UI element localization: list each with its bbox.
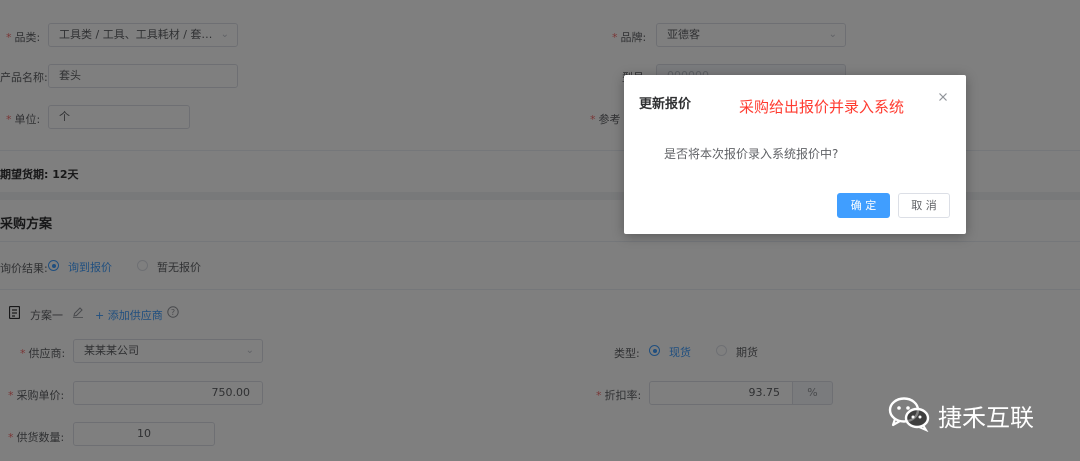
close-icon[interactable] (937, 91, 949, 103)
update-quote-dialog: 更新报价 采购给出报价并录入系统 是否将本次报价录入系统报价中? 确 定 取 消 (624, 75, 966, 234)
annotation-text: 采购给出报价并录入系统 (739, 98, 905, 116)
cancel-button[interactable]: 取 消 (898, 193, 950, 218)
watermark-text: 捷禾互联 (938, 404, 1034, 432)
wechat-icon (888, 397, 930, 432)
confirm-button[interactable]: 确 定 (837, 193, 890, 218)
dialog-message: 是否将本次报价录入系统报价中? (664, 147, 839, 161)
dialog-title: 更新报价 (639, 97, 692, 112)
